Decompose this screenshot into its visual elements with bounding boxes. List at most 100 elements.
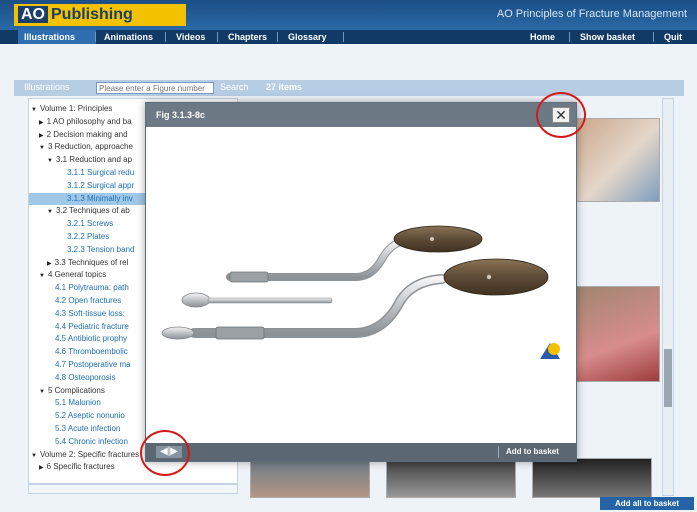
tree-item[interactable]: 3.2.2 Plates <box>29 231 109 243</box>
tree-item-label: 3.2 Techniques of ab <box>55 206 130 216</box>
tree-item[interactable]: ▶ 2 Decision making and <box>29 129 128 141</box>
figure-illustration <box>161 225 549 340</box>
tree-item-content: 4.4 Pediatric fracture <box>29 322 129 331</box>
tree-item-label: 5 Complications <box>47 385 105 395</box>
tree-item-content: 5.3 Acute infection <box>29 424 120 433</box>
tree-item-label: 3.3 Techniques of rel <box>54 257 129 267</box>
expand-arrow-icon[interactable]: ▼ <box>31 453 37 459</box>
collapse-arrow-icon[interactable]: ▶ <box>39 133 44 139</box>
tab-illustrations[interactable]: Illustrations <box>18 30 96 44</box>
search-toolbar: Illustrations Search 27 items <box>14 80 684 96</box>
tree-item[interactable]: 3.1.1 Surgical redu <box>29 167 134 179</box>
tree-item-label: Volume 1: Principles <box>39 104 113 113</box>
tree-item-content: ▼ 5 Complications <box>29 386 105 395</box>
search-button[interactable]: Search <box>220 82 249 92</box>
tree-item[interactable]: 5.4 Chronic infection <box>29 436 128 448</box>
tree-item-label: Volume 2: Specific fractures <box>39 449 140 459</box>
tree-item-label: 4.5 Antibiotic prophy <box>55 334 128 344</box>
add-to-basket-button[interactable]: Add to basket <box>506 447 559 456</box>
collapse-arrow-icon[interactable]: ▶ <box>39 465 44 471</box>
tree-item-content: ▶ 3.3 Techniques of rel <box>29 258 128 267</box>
tree-item-label: 2 Decision making and <box>46 129 128 139</box>
tree-item[interactable]: 3.2.1 Screws <box>29 218 113 230</box>
tree-item[interactable]: 5.2 Aseptic nonunio <box>29 410 125 422</box>
thumbnail-image[interactable] <box>386 458 516 498</box>
tree-item[interactable]: ▼ 3 Reduction, approache <box>29 141 133 153</box>
tree-item[interactable]: ▶ 1 AO philosophy and ba <box>29 116 132 128</box>
tree-item[interactable]: ▶ 3.3 Techniques of rel <box>29 257 128 269</box>
expand-arrow-icon[interactable]: ▼ <box>31 107 37 113</box>
tree-item-content: 4.1 Polytrauma: path <box>29 283 129 292</box>
tree-item[interactable]: 4.6 Thromboembolic <box>29 346 128 358</box>
grid-vertical-scrollbar[interactable] <box>662 98 674 496</box>
expand-arrow-icon[interactable]: ▼ <box>39 145 45 151</box>
tree-item[interactable]: 4.4 Pediatric fracture <box>29 321 129 333</box>
tree-item[interactable]: 4.1 Polytrauma: path <box>29 282 129 294</box>
tree-horizontal-scrollbar[interactable] <box>28 484 238 494</box>
tree-item[interactable]: 4.7 Postoperative ma <box>29 359 131 371</box>
tree-item[interactable]: 3.1.2 Surgical appr <box>29 180 134 192</box>
collapse-arrow-icon[interactable]: ▶ <box>39 120 44 126</box>
ao-foundation-logo <box>540 343 560 359</box>
tree-item-label: 4.4 Pediatric fracture <box>55 321 129 331</box>
tree-item-content: 4.6 Thromboembolic <box>29 347 128 356</box>
tree-item[interactable]: ▼ Volume 1: Principles <box>29 103 112 115</box>
expand-arrow-icon[interactable]: ▼ <box>39 389 45 395</box>
thumbnail-image[interactable] <box>572 286 660 382</box>
tree-item-content: 3.1.2 Surgical appr <box>29 181 134 190</box>
thumbnail-image[interactable] <box>572 118 660 202</box>
tree-item[interactable]: 4.3 Soft-tissue loss: <box>29 308 125 320</box>
tree-item-label: 4 General topics <box>47 270 107 280</box>
tree-item[interactable]: 5.3 Acute infection <box>29 423 120 435</box>
collapse-arrow-icon[interactable]: ▶ <box>47 261 52 267</box>
tree-item[interactable]: 3.2.3 Tension band <box>29 244 134 256</box>
tab-glossary[interactable]: Glossary <box>282 30 344 44</box>
scrollbar-thumb[interactable] <box>664 349 672 407</box>
footer-divider <box>498 446 499 458</box>
tree-item[interactable]: 4.5 Antibiotic prophy <box>29 333 127 345</box>
tree-item-content: 3.1.1 Surgical redu <box>29 168 134 177</box>
tab-animations[interactable]: Animations <box>98 30 166 44</box>
app-logo: AO Publishing <box>14 4 186 26</box>
tree-item-content: 4.3 Soft-tissue loss: <box>29 309 125 318</box>
top-header: AO Publishing AO Principles of Fracture M… <box>0 0 697 30</box>
tree-item[interactable]: ▼ 5 Complications <box>29 385 105 397</box>
tree-item-label: 4.1 Polytrauma: path <box>55 283 129 293</box>
thumbnail-image[interactable] <box>250 458 370 498</box>
home-link[interactable]: Home <box>524 30 570 44</box>
thumbnail-image[interactable] <box>532 458 652 498</box>
tree-item[interactable]: 5.1 Malunion <box>29 397 101 409</box>
toolbar-tab-label: Illustrations <box>24 82 70 92</box>
tree-item[interactable]: ▼ 3.1 Reduction and ap <box>29 154 132 166</box>
tree-item-content: ▼ 3 Reduction, approache <box>29 142 133 151</box>
tree-item-label: 4.7 Postoperative ma <box>55 360 131 369</box>
tree-item-label: 3.2.2 Plates <box>67 232 110 241</box>
expand-arrow-icon[interactable]: ▼ <box>47 158 53 164</box>
tree-item-label: 3.1.1 Surgical redu <box>67 168 135 177</box>
tree-item-label: 3.2.3 Tension band <box>67 244 135 254</box>
close-highlight-circle <box>536 92 586 138</box>
tree-item-content: ▼ Volume 2: Specific fractures <box>29 450 139 459</box>
quit-link[interactable]: Quit <box>658 30 694 44</box>
tab-videos[interactable]: Videos <box>170 30 218 44</box>
tree-item[interactable]: ▶ 6 Specific fractures <box>29 461 115 473</box>
tree-item-label: 5.1 Malunion <box>55 398 101 408</box>
tree-item-content: 3.2.2 Plates <box>29 232 109 241</box>
figure-search-input[interactable] <box>96 82 214 94</box>
expand-arrow-icon[interactable]: ▼ <box>39 273 45 279</box>
tree-item[interactable]: 4.8 Osteoporosis <box>29 372 115 384</box>
tree-item-label: 4.2 Open fractures <box>55 296 122 305</box>
expand-arrow-icon[interactable]: ▼ <box>47 209 53 215</box>
tree-item-label: 1 AO philosophy and ba <box>46 116 132 126</box>
tree-item[interactable]: ▼ 4 General topics <box>29 269 106 281</box>
tree-item-label: 5.3 Acute infection <box>55 424 121 433</box>
modal-title: Fig 3.1.3-8c <box>156 110 206 120</box>
tab-chapters[interactable]: Chapters <box>222 30 278 44</box>
tree-item[interactable]: ▼ Volume 2: Specific fractures <box>29 449 139 461</box>
tree-item-label: 3.1.3 Minimally inv <box>67 193 133 203</box>
tree-item[interactable]: 4.2 Open fractures <box>29 295 121 307</box>
tree-item[interactable]: ▼ 3.2 Techniques of ab <box>29 205 130 217</box>
tree-item-content: 3.2.1 Screws <box>29 219 113 228</box>
show-basket-link[interactable]: Show basket <box>574 30 654 44</box>
add-all-to-basket-button[interactable]: Add all to basket <box>600 497 694 510</box>
